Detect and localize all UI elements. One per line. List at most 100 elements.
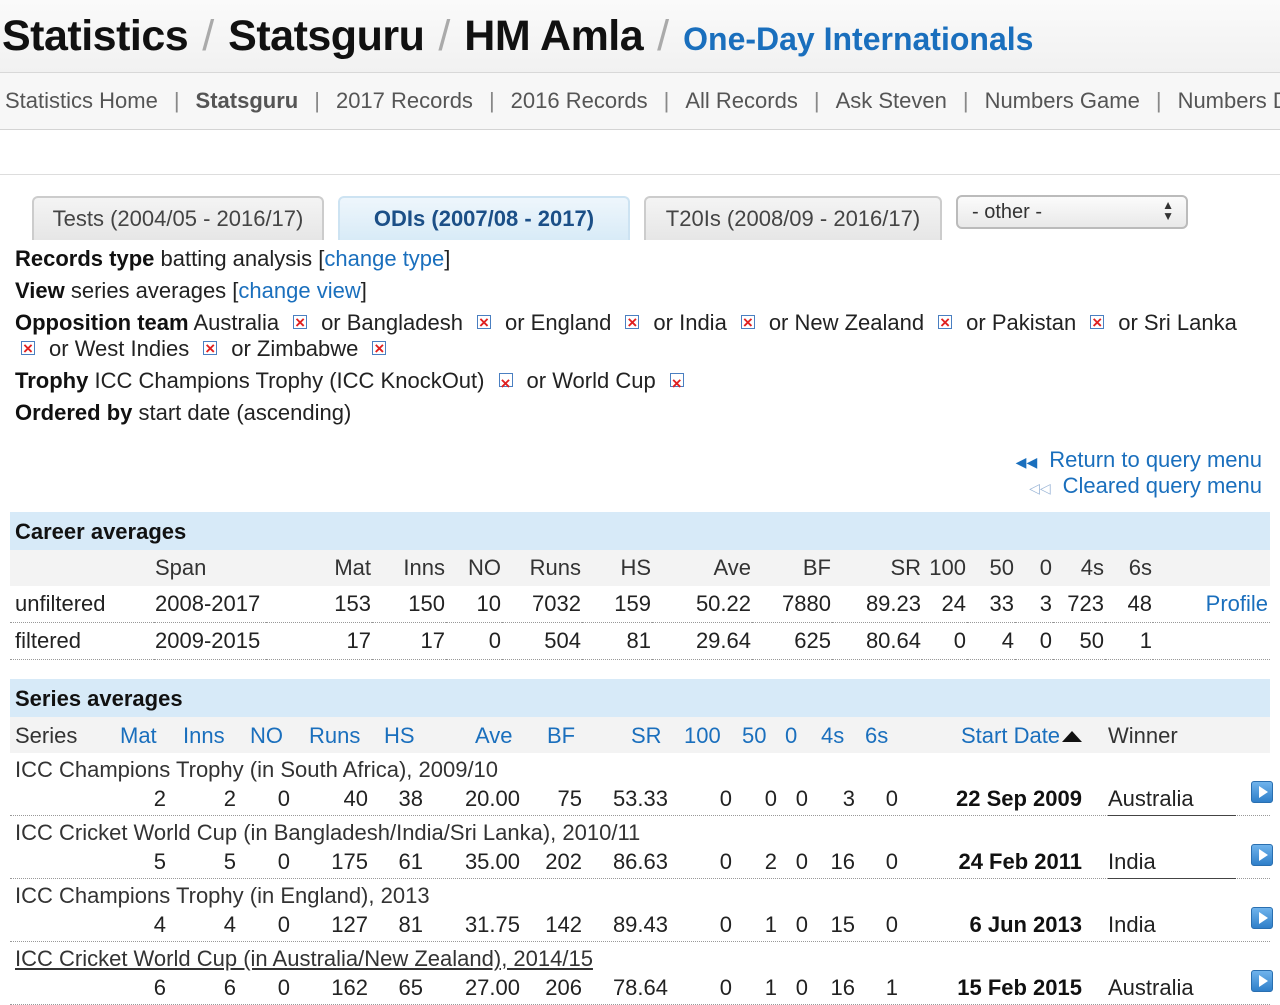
play-icon[interactable]: [1251, 844, 1273, 866]
breadcrumb-player[interactable]: HM Amla: [464, 12, 643, 61]
nav-numbers-dont[interactable]: Numbers Don't: [1178, 88, 1280, 114]
col-6s[interactable]: 6s: [865, 723, 888, 749]
remove-icon[interactable]: [1090, 310, 1105, 336]
remove-icon[interactable]: [293, 310, 308, 336]
nav-numbers-game[interactable]: Numbers Game: [985, 88, 1140, 114]
cell-inns: 2: [223, 786, 236, 811]
nav-2016-records[interactable]: 2016 Records: [511, 88, 648, 114]
nav-2017-records[interactable]: 2017 Records: [336, 88, 473, 114]
col-bf[interactable]: BF: [547, 723, 575, 749]
play-icon[interactable]: [1251, 781, 1273, 803]
remove-icon[interactable]: [938, 310, 953, 336]
or-text: or: [1118, 310, 1138, 335]
cell-no: 0: [277, 912, 290, 937]
cell-runs: 127: [331, 912, 368, 937]
winner: Australia: [1108, 975, 1194, 1000]
spacer: [0, 130, 1280, 175]
series-name[interactable]: ICC Cricket World Cup (in Australia/New …: [15, 946, 593, 972]
col-runs[interactable]: Runs: [309, 723, 360, 749]
col-start-date[interactable]: Start Date: [961, 723, 1060, 749]
cell-bf: 625: [752, 622, 832, 660]
cell-4s: 16: [830, 849, 855, 874]
col-no: NO: [446, 550, 502, 586]
col-span: Span: [154, 550, 266, 586]
cell-runs: 7032: [502, 586, 582, 623]
career-table: Span Mat Inns NO Runs HS Ave BF SR 100 5…: [10, 550, 1270, 660]
col-no[interactable]: NO: [250, 723, 283, 749]
col-mat: Mat: [266, 550, 372, 586]
cell-50: 2: [764, 849, 777, 874]
or-text: or: [526, 368, 547, 393]
play-icon[interactable]: [1251, 907, 1273, 929]
cell-sr: 89.43: [612, 912, 668, 937]
cell-ave: 27.00: [464, 975, 520, 1000]
criteria-opposition-cont: or West Indiesor Zimbabwe: [15, 336, 1280, 362]
cell-0: 0: [795, 786, 808, 811]
breadcrumb-separator: /: [657, 11, 670, 60]
remove-icon[interactable]: [669, 368, 684, 400]
remove-icon[interactable]: [21, 336, 35, 362]
start-date: 6 Jun 2013: [969, 912, 1082, 937]
remove-icon[interactable]: [498, 368, 513, 400]
cell-inns: 150: [372, 586, 446, 623]
cell-hs: 159: [582, 586, 652, 623]
tab-t20is[interactable]: T20Is (2008/09 - 2016/17): [644, 196, 942, 240]
opposition-team: Pakistan: [991, 310, 1077, 335]
remove-icon[interactable]: [203, 336, 218, 362]
cell-50: 4: [967, 622, 1015, 660]
col-winner: Winner: [1108, 723, 1178, 748]
series-row: ICC Cricket World Cup (in Australia/New …: [10, 942, 1273, 1005]
tab-tests[interactable]: Tests (2004/05 - 2016/17): [32, 196, 324, 240]
col-ave[interactable]: Ave: [475, 723, 513, 749]
opposition-label: Opposition team: [15, 310, 189, 335]
col-sr[interactable]: SR: [631, 723, 662, 749]
opposition-team: Australia: [193, 310, 280, 335]
nav-statsguru[interactable]: Statsguru: [196, 88, 299, 114]
col-sr: SR: [832, 550, 922, 586]
change-view-link[interactable]: change view: [238, 278, 360, 303]
or-text: or: [504, 310, 525, 335]
records-type-value: batting analysis: [160, 246, 313, 271]
col-0[interactable]: 0: [785, 723, 797, 749]
series-name: ICC Champions Trophy (in England), 2013: [15, 883, 430, 908]
other-format-select[interactable]: - other - ▲ ▼: [956, 195, 1188, 229]
cell-hs: 81: [582, 622, 652, 660]
cell-sr: 78.64: [612, 975, 668, 1000]
opposition-team: West Indies: [74, 336, 190, 361]
cell-4s: 15: [830, 912, 855, 937]
remove-icon[interactable]: [625, 310, 640, 336]
breadcrumb-statistics[interactable]: Statistics: [2, 12, 189, 61]
remove-icon[interactable]: [476, 310, 491, 336]
col-100[interactable]: 100: [684, 723, 721, 749]
profile-link[interactable]: Profile: [1206, 591, 1268, 616]
play-icon[interactable]: [1251, 970, 1273, 992]
nav-statistics-home[interactable]: Statistics Home: [5, 88, 158, 114]
col-4s[interactable]: 4s: [821, 723, 844, 749]
remove-icon[interactable]: [372, 336, 387, 362]
nav-all-records[interactable]: All Records: [685, 88, 797, 114]
cell-hs: 81: [398, 912, 423, 937]
col-0: 0: [1015, 550, 1053, 586]
col-hs[interactable]: HS: [384, 723, 415, 749]
col-mat[interactable]: Mat: [120, 723, 157, 749]
cell-inns: 17: [372, 622, 446, 660]
cell-0: 0: [795, 912, 808, 937]
cell-ave: 20.00: [464, 786, 520, 811]
cleared-query-link[interactable]: Cleared query menu: [1063, 473, 1262, 498]
breadcrumb-statsguru[interactable]: Statsguru: [228, 12, 425, 61]
return-query-link[interactable]: Return to query menu: [1049, 447, 1262, 472]
cell-50: 1: [764, 912, 777, 937]
col-50[interactable]: 50: [742, 723, 766, 749]
cell-runs: 162: [331, 975, 368, 1000]
opposition-team: New Zealand: [794, 310, 925, 335]
cell-sr: 53.33: [612, 786, 668, 811]
cell-6s: 0: [885, 912, 898, 937]
remove-icon[interactable]: [740, 310, 755, 336]
nav-ask-steven[interactable]: Ask Steven: [836, 88, 947, 114]
tab-odis[interactable]: ODIs (2007/08 - 2017): [338, 196, 630, 240]
change-type-link[interactable]: change type: [324, 246, 444, 271]
trophy-item: World Cup: [552, 368, 656, 393]
col-inns[interactable]: Inns: [183, 723, 225, 749]
trophy-label: Trophy: [15, 368, 89, 393]
criteria-ordered: Ordered by start date (ascending): [15, 397, 1280, 429]
